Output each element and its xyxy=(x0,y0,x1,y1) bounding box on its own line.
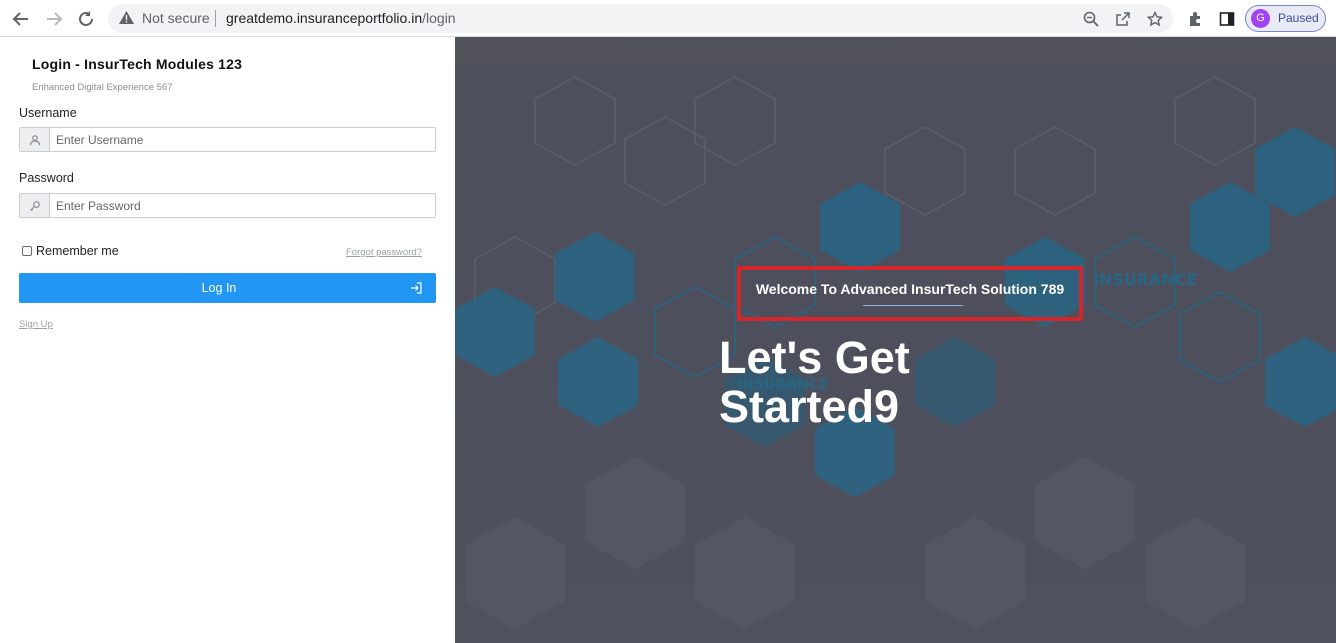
headline-line-2: Started9 xyxy=(719,381,900,432)
sign-in-icon xyxy=(410,281,422,299)
avatar: G xyxy=(1251,9,1270,28)
profile-button[interactable]: G Paused xyxy=(1245,5,1326,32)
hero-panel: INSURANCE INSURANCE Welcome To Advanced … xyxy=(455,37,1336,643)
forward-icon[interactable] xyxy=(42,7,66,31)
username-label: Username xyxy=(19,106,77,120)
url-host: greatdemo.insuranceportfolio.in xyxy=(226,10,423,26)
password-input-group xyxy=(19,193,436,218)
welcome-text: Welcome To Advanced InsurTech Solution 7… xyxy=(755,281,1065,297)
warning-icon[interactable] xyxy=(118,10,135,30)
page-subtitle: Enhanced Digital Experience 567 xyxy=(32,82,173,93)
username-input[interactable] xyxy=(51,128,435,151)
sign-up-link[interactable]: Sign Up xyxy=(19,319,53,330)
remember-checkbox[interactable] xyxy=(22,246,32,256)
welcome-highlight: Welcome To Advanced InsurTech Solution 7… xyxy=(737,266,1083,321)
welcome-underline xyxy=(863,305,963,306)
reload-icon[interactable] xyxy=(74,7,98,31)
username-input-group xyxy=(19,127,436,152)
login-button-label: Log In xyxy=(201,281,237,295)
page-title: Login - InsurTech Modules 123 xyxy=(32,56,243,72)
back-icon[interactable] xyxy=(9,7,33,31)
remember-label[interactable]: Remember me xyxy=(36,244,119,258)
share-icon[interactable] xyxy=(1113,9,1133,29)
bookmark-star-icon[interactable] xyxy=(1145,9,1165,29)
extensions-icon[interactable] xyxy=(1183,7,1207,31)
security-label[interactable]: Not secure xyxy=(142,10,210,26)
login-button[interactable]: Log In xyxy=(19,273,436,303)
zoom-icon[interactable] xyxy=(1081,9,1101,29)
profile-status: Paused xyxy=(1278,11,1319,25)
password-label: Password xyxy=(19,171,74,185)
browser-toolbar: Not secure greatdemo.insuranceportfolio.… xyxy=(0,0,1336,37)
headline-line-1: Let's Get xyxy=(719,332,910,383)
login-panel: Login - InsurTech Modules 123 Enhanced D… xyxy=(0,37,455,643)
password-input[interactable] xyxy=(51,194,435,217)
remember-me: Remember me xyxy=(22,244,119,258)
key-icon xyxy=(20,194,50,217)
forgot-password-link[interactable]: Forgot password? xyxy=(346,247,422,258)
url-text[interactable]: greatdemo.insuranceportfolio.in/login xyxy=(226,10,456,26)
headline: Let's Get Started9 xyxy=(719,333,1019,431)
address-bar[interactable]: Not secure greatdemo.insuranceportfolio.… xyxy=(108,4,1173,33)
omnibox-divider xyxy=(215,10,216,27)
user-icon xyxy=(20,128,50,151)
side-panel-icon[interactable] xyxy=(1215,7,1239,31)
url-path: /login xyxy=(422,10,456,26)
